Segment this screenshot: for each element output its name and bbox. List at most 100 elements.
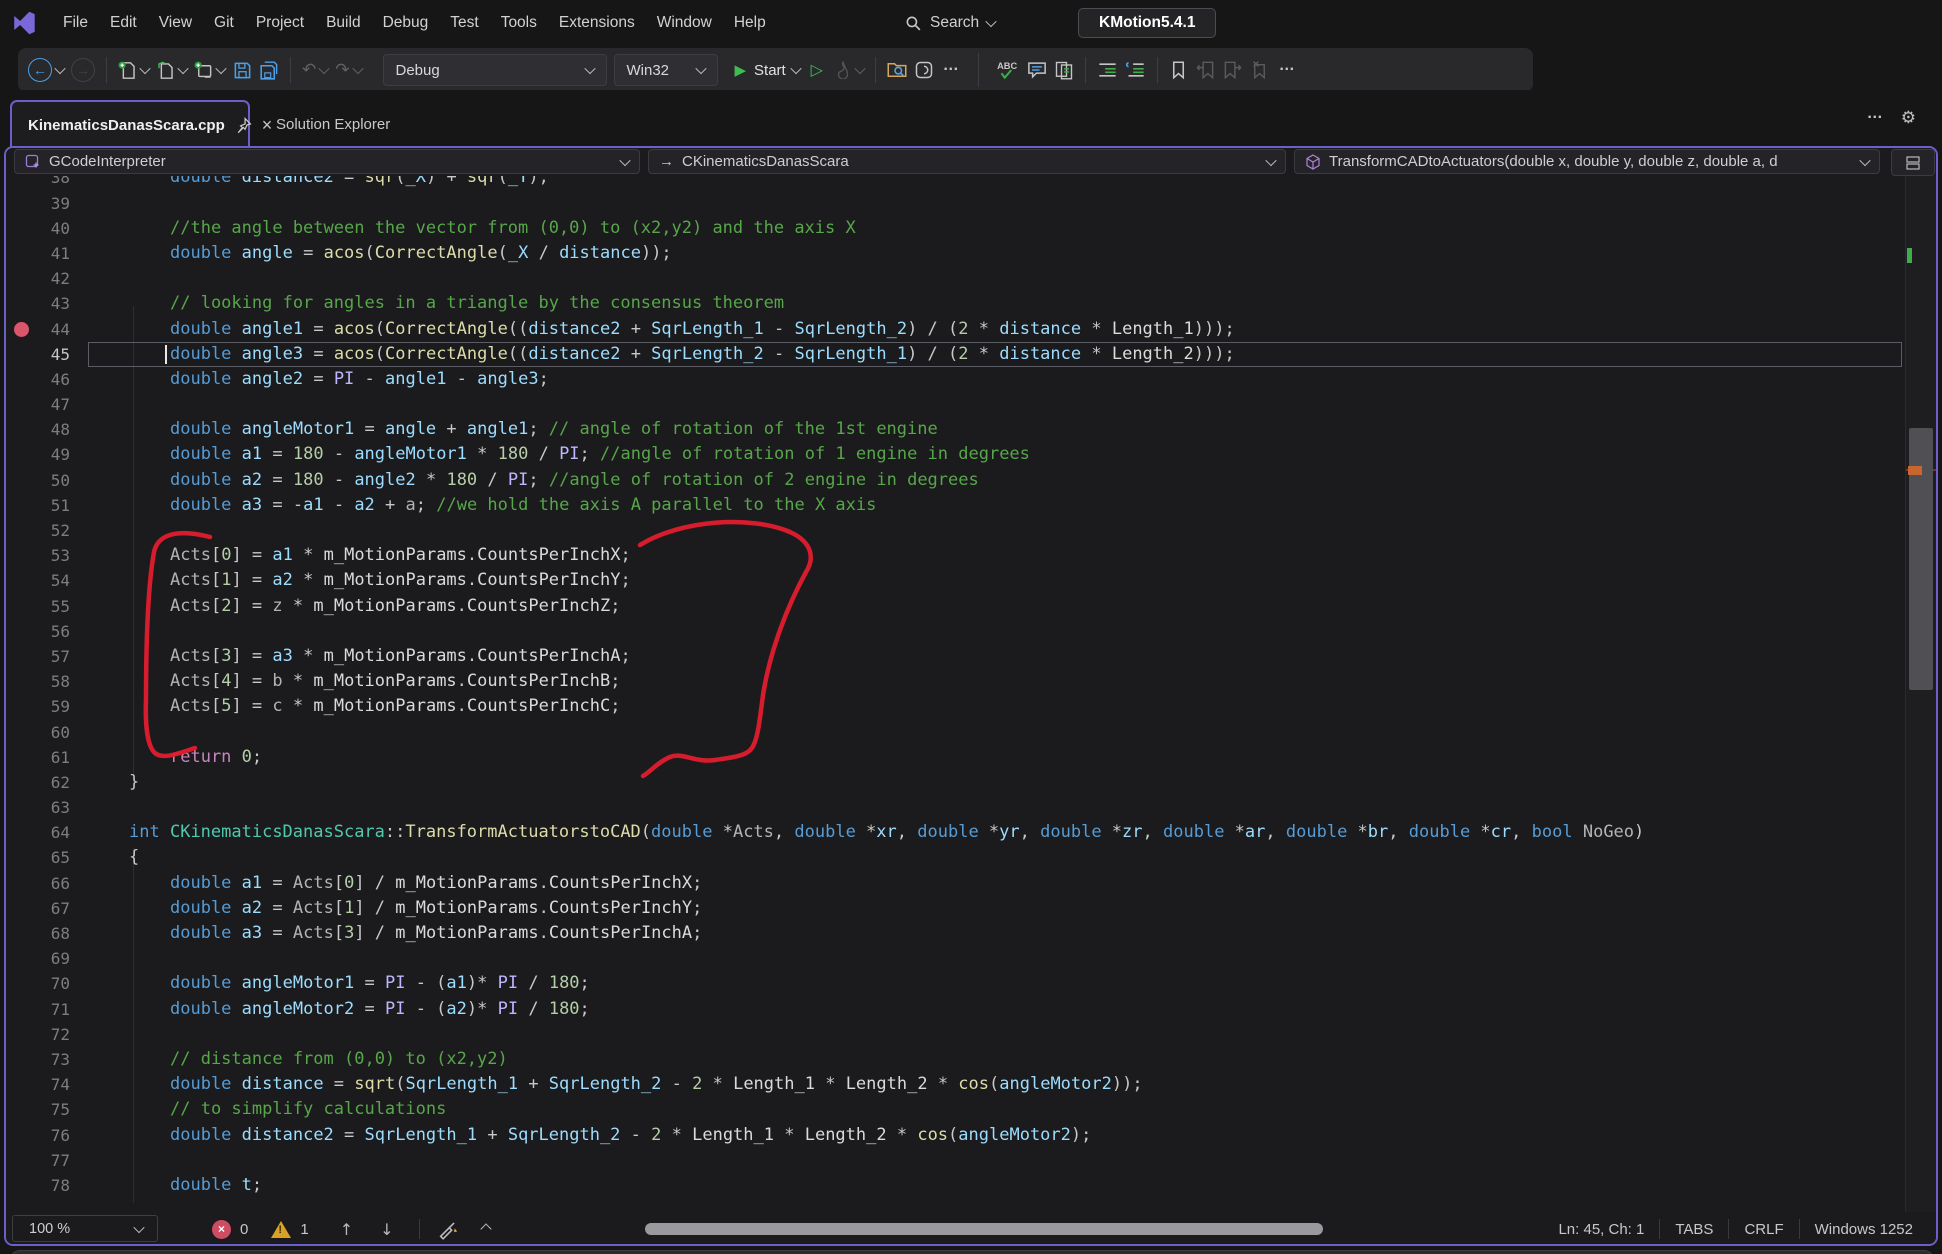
menu-build[interactable]: Build: [315, 8, 371, 38]
open-file-button[interactable]: [156, 55, 187, 85]
code-line[interactable]: 44double angle1 = acos(CorrectAngle((dis…: [6, 317, 1936, 342]
code-line[interactable]: 49double a1 = 180 - angleMotor1 * 180 / …: [6, 442, 1936, 467]
line-number[interactable]: 52: [6, 518, 90, 543]
menu-edit[interactable]: Edit: [99, 8, 148, 38]
menu-help[interactable]: Help: [723, 8, 777, 38]
warning-count[interactable]: 1: [300, 1221, 308, 1238]
line-number[interactable]: 50: [6, 468, 90, 493]
line-number[interactable]: 68: [6, 921, 90, 946]
code-line[interactable]: 67double a2 = Acts[1] / m_MotionParams.C…: [6, 896, 1936, 921]
line-number[interactable]: 61: [6, 745, 90, 770]
code-line[interactable]: 56: [6, 619, 1936, 644]
navigate-forward-button[interactable]: →: [71, 55, 95, 85]
line-number[interactable]: 71: [6, 997, 90, 1022]
horizontal-scrollbar-thumb[interactable]: [645, 1223, 1323, 1235]
solution-name-badge[interactable]: KMotion5.4.1: [1078, 8, 1216, 38]
line-number[interactable]: 53: [6, 543, 90, 568]
code-line[interactable]: 47: [6, 392, 1936, 417]
code-line[interactable]: 64int CKinematicsDanasScara::TransformAc…: [6, 820, 1936, 845]
warning-icon[interactable]: !: [271, 1221, 291, 1238]
line-number[interactable]: 46: [6, 367, 90, 392]
undo-button[interactable]: ↶: [302, 55, 328, 85]
code-line[interactable]: 63: [6, 795, 1936, 820]
type-dropdown[interactable]: → CKinematicsDanasScara: [648, 149, 1286, 174]
line-number[interactable]: 70: [6, 971, 90, 996]
code-line[interactable]: 41double angle = acos(CorrectAngle(_X / …: [6, 241, 1936, 266]
project-dropdown[interactable]: GCodeInterpreter: [14, 149, 640, 174]
line-number[interactable]: 75: [6, 1097, 90, 1122]
find-in-files-button[interactable]: [887, 55, 907, 85]
caret-position[interactable]: Ln: 45, Ch: 1: [1543, 1221, 1659, 1238]
line-number[interactable]: 63: [6, 795, 90, 820]
code-cleanup-icon[interactable]: [437, 1218, 459, 1240]
line-number[interactable]: 49: [6, 442, 90, 467]
line-number[interactable]: 42: [6, 266, 90, 291]
line-number[interactable]: 74: [6, 1072, 90, 1097]
line-number[interactable]: 45: [6, 342, 90, 367]
code-line[interactable]: 45double angle3 = acos(CorrectAngle((dis…: [6, 342, 1936, 367]
line-number[interactable]: 67: [6, 896, 90, 921]
line-ending[interactable]: CRLF: [1729, 1221, 1798, 1238]
code-line[interactable]: 70double angleMotor1 = PI - (a1)* PI / 1…: [6, 971, 1936, 996]
line-number[interactable]: 47: [6, 392, 90, 417]
code-line[interactable]: 55Acts[2] = z * m_MotionParams.CountsPer…: [6, 594, 1936, 619]
line-number[interactable]: 41: [6, 241, 90, 266]
navigate-back-button[interactable]: ←: [28, 55, 64, 85]
code-line[interactable]: 54Acts[1] = a2 * m_MotionParams.CountsPe…: [6, 568, 1936, 593]
error-icon[interactable]: ×: [212, 1220, 231, 1239]
decrease-indent-button[interactable]: [1097, 55, 1118, 85]
next-bookmark-button[interactable]: [1223, 55, 1243, 85]
line-number[interactable]: 58: [6, 669, 90, 694]
previous-bookmark-button[interactable]: [1196, 55, 1216, 85]
code-line[interactable]: 39: [6, 191, 1936, 216]
code-line[interactable]: 75// to simplify calculations: [6, 1097, 1936, 1122]
menu-test[interactable]: Test: [439, 8, 489, 38]
line-number[interactable]: 62: [6, 770, 90, 795]
line-number[interactable]: 38: [6, 176, 90, 191]
member-dropdown[interactable]: TransformCADtoActuators(double x, double…: [1294, 149, 1880, 174]
vertical-scrollbar[interactable]: [1905, 176, 1936, 1212]
increase-indent-button[interactable]: [1125, 55, 1146, 85]
code-line[interactable]: 42: [6, 266, 1936, 291]
line-number[interactable]: 59: [6, 694, 90, 719]
split-window-button[interactable]: [1891, 149, 1935, 176]
code-line[interactable]: 66double a1 = Acts[0] / m_MotionParams.C…: [6, 871, 1936, 896]
gear-icon[interactable]: ⚙: [1901, 108, 1916, 128]
code-line[interactable]: 61return 0;: [6, 745, 1936, 770]
code-line[interactable]: 40//the angle between the vector from (0…: [6, 216, 1936, 241]
line-number[interactable]: 54: [6, 568, 90, 593]
line-number[interactable]: 69: [6, 946, 90, 971]
insert-comment-button[interactable]: [1027, 55, 1047, 85]
line-number[interactable]: 40: [6, 216, 90, 241]
code-line[interactable]: 38double distance2 = sqr(_X) + sqr(_Y);: [6, 176, 1936, 191]
pin-icon[interactable]: [235, 117, 252, 134]
tab-kinematicsdanasscara[interactable]: KinematicsDanasScara.cpp ×: [10, 100, 250, 148]
new-file-button[interactable]: [118, 55, 149, 85]
zoom-select[interactable]: 100 %: [12, 1215, 158, 1242]
line-number[interactable]: 56: [6, 619, 90, 644]
line-number[interactable]: 72: [6, 1022, 90, 1047]
save-all-button[interactable]: [259, 55, 279, 85]
solution-configuration-select[interactable]: Debug: [383, 54, 607, 86]
line-number[interactable]: 57: [6, 644, 90, 669]
code-line[interactable]: 43// looking for angles in a triangle by…: [6, 291, 1936, 316]
menu-extensions[interactable]: Extensions: [548, 8, 646, 38]
line-number[interactable]: 43: [6, 291, 90, 316]
line-number[interactable]: 44: [6, 317, 90, 342]
spell-check-button[interactable]: ABC: [996, 55, 1020, 85]
start-without-debugging-button[interactable]: ▷: [807, 55, 827, 85]
previous-issue-icon[interactable]: ↑: [340, 1220, 353, 1239]
add-item-button[interactable]: [194, 55, 225, 85]
code-line[interactable]: 59Acts[5] = c * m_MotionParams.CountsPer…: [6, 694, 1936, 719]
solution-platform-select[interactable]: Win32: [614, 54, 718, 86]
code-editor[interactable]: 38double distance2 = sqr(_X) + sqr(_Y);3…: [6, 176, 1936, 1212]
tab-solution-explorer[interactable]: Solution Explorer: [262, 104, 404, 144]
code-line[interactable]: 76double distance2 = SqrLength_1 + SqrLe…: [6, 1123, 1936, 1148]
menu-file[interactable]: File: [52, 8, 99, 38]
menu-debug[interactable]: Debug: [372, 8, 440, 38]
chevron-up-icon[interactable]: [480, 1223, 491, 1234]
clear-bookmarks-button[interactable]: [1250, 55, 1270, 85]
code-line[interactable]: 68double a3 = Acts[3] / m_MotionParams.C…: [6, 921, 1936, 946]
copy-comment-button[interactable]: [1054, 55, 1074, 85]
code-line[interactable]: 58Acts[4] = b * m_MotionParams.CountsPer…: [6, 669, 1936, 694]
